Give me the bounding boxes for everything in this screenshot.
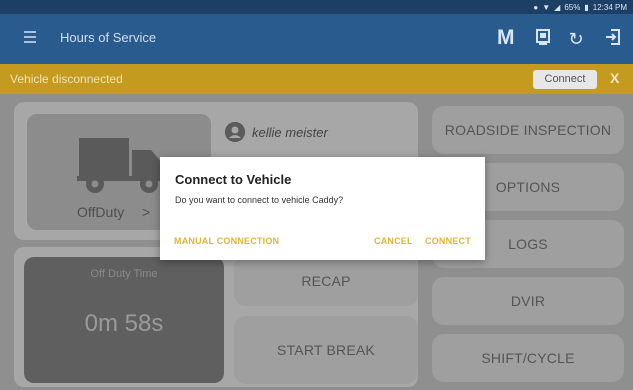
signal-icon: ◢ (554, 2, 561, 12)
manual-connection-button[interactable]: MANUAL CONNECTION (174, 236, 279, 246)
battery-percent: 65% (564, 2, 581, 12)
connect-vehicle-dialog: Connect to Vehicle Do you want to connec… (160, 157, 485, 260)
status-bar: ● ▼ ◢ 65% ▮ 12:34 PM (0, 0, 633, 14)
battery-icon: ▮ (584, 2, 589, 12)
dialog-message: Do you want to connect to vehicle Caddy? (175, 195, 344, 205)
connect-button[interactable]: CONNECT (425, 236, 471, 246)
wifi-icon: ▼ (542, 2, 551, 12)
location-icon: ● (533, 2, 539, 12)
cancel-button[interactable]: CANCEL (374, 236, 413, 246)
dialog-title: Connect to Vehicle (175, 172, 292, 187)
status-time: 12:34 PM (592, 2, 627, 12)
